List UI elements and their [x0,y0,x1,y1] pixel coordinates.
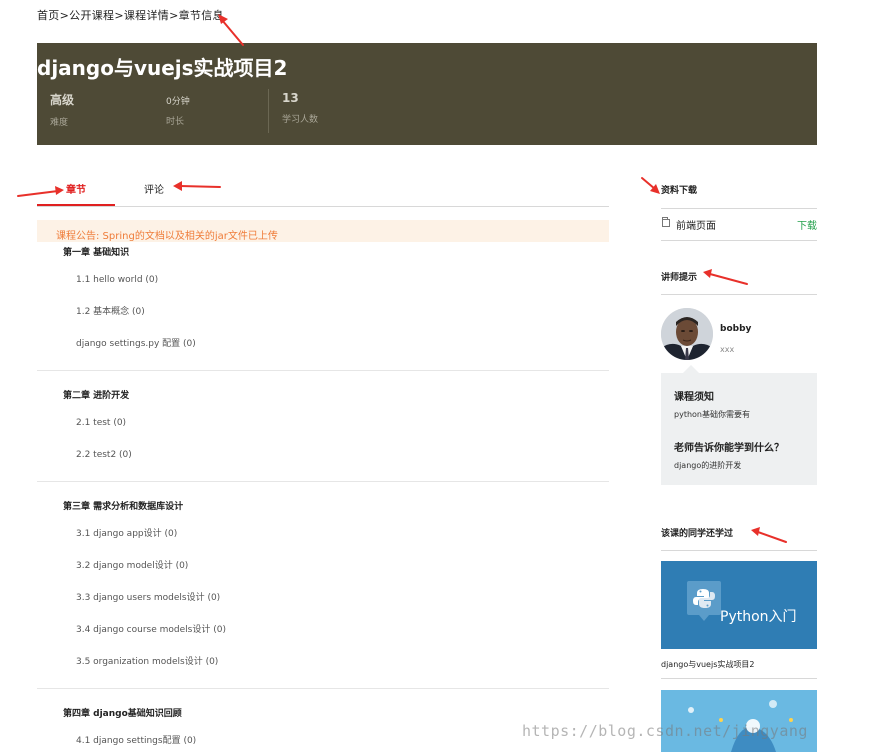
teacher-name[interactable]: bobby [720,324,751,334]
download-link[interactable]: 下载 [797,217,817,232]
breadcrumb-home[interactable]: 首页 [37,9,60,22]
stat-students-label: 学习人数 [282,115,319,125]
course-notice: 课程公告: Spring的文档以及相关的jar文件已上传 [37,220,609,242]
divider [661,294,817,295]
related-course-card[interactable] [661,690,817,752]
course-thumbnail-image [661,690,817,752]
related-course-card[interactable]: Python入门 [661,561,817,649]
breadcrumb-separator: > [59,9,70,22]
related-courses-title: 该课的同学还学过 [661,529,734,539]
chapter-title: 第一章 基础知识 [63,248,130,258]
divider [661,240,817,241]
breadcrumb: 首页>公开课程>课程详情>章节信息 [37,7,224,23]
course-banner: django与vuejs实战项目2 高级 难度 0分钟 时长 13 学习人数 [37,43,817,145]
course-tabs: 章节 评论 [37,173,609,207]
chapter-title: 第二章 进阶开发 [63,391,130,401]
lesson-item[interactable]: 3.2 django model设计 (0) [37,550,609,582]
breadcrumb-course-detail[interactable]: 课程详情 [124,9,169,22]
teacher-photo [661,308,713,360]
related-course-name[interactable]: django与vuejs实战项目2 [661,659,754,670]
lesson-item[interactable]: 3.5 organization models设计 (0) [37,646,609,678]
lesson-item[interactable]: 1.2 基本概念 (0) [37,296,609,328]
tab-chapters[interactable]: 章节 [66,181,86,196]
course-tips-box: 课程须知 python基础你需要有 老师告诉你能学到什么？ django的进阶开… [661,373,817,485]
lesson-item[interactable]: 1.1 hello world (0) [37,264,609,296]
stat-duration-label: 时长 [166,117,185,127]
notes-text: python基础你需要有 [674,410,750,419]
stat-difficulty-label: 难度 [50,118,69,128]
download-item-name: 前端页面 [676,221,716,232]
divider [661,678,817,679]
chapter-1: 第一章 基础知识 1.1 hello world (0) 1.2 基本概念 (0… [37,242,609,371]
learn-text: django的进阶开发 [674,461,742,470]
active-tab-indicator [37,204,115,206]
breadcrumb-separator: > [169,9,179,22]
chapter-list: 第一章 基础知识 1.1 hello world (0) 1.2 基本概念 (0… [37,242,609,752]
learn-heading: 老师告诉你能学到什么？ [674,443,784,454]
lesson-item[interactable]: django settings.py 配置 (0) [37,328,609,360]
notice-text: 课程公告: Spring的文档以及相关的jar文件已上传 [56,231,278,242]
breadcrumb-separator: > [114,9,124,22]
lesson-item[interactable]: 3.3 django users models设计 (0) [37,582,609,614]
downloads-title: 资料下载 [661,186,698,196]
breadcrumb-current: 章节信息 [178,9,224,22]
stat-students: 13 学习人数 [282,91,318,125]
notes-heading: 课程须知 [674,392,714,403]
teacher-subtitle: xxx [720,345,735,354]
stat-difficulty: 高级 难度 [50,91,74,128]
divider [661,550,817,551]
chapter-2: 第二章 进阶开发 2.1 test (0) 2.2 test2 (0) [37,385,609,482]
course-title: django与vuejs实战项目2 [37,56,288,80]
chapter-title: 第三章 需求分析和数据库设计 [63,502,184,512]
chapter-3: 第三章 需求分析和数据库设计 3.1 django app设计 (0) 3.2 … [37,496,609,689]
lesson-item[interactable]: 2.2 test2 (0) [37,439,609,471]
stat-students-value: 13 [282,91,299,105]
divider [661,208,817,209]
stat-duration-value: 0分钟 [166,97,190,107]
stat-duration: 0分钟 时长 [166,91,190,127]
course-card-caption: Python入门 [720,609,797,625]
tip-caret [683,365,699,373]
lesson-item[interactable]: 3.4 django course models设计 (0) [37,614,609,646]
stat-difficulty-value: 高级 [50,93,75,107]
tab-comments[interactable]: 评论 [144,181,164,196]
download-item: 前端页面 下载 [661,215,817,233]
arrow-icon [641,177,660,194]
lesson-item[interactable]: 3.1 django app设计 (0) [37,518,609,550]
python-logo-icon [687,581,721,621]
breadcrumb-public-courses[interactable]: 公开课程 [69,9,114,22]
lesson-item[interactable]: 2.1 test (0) [37,407,609,439]
teacher-tips-title: 讲师提示 [661,273,698,283]
stat-divider [268,89,269,133]
avatar[interactable] [661,308,713,360]
watermark: https://blog.csdn.net/jingyang [522,722,808,740]
folder-icon [662,217,670,227]
